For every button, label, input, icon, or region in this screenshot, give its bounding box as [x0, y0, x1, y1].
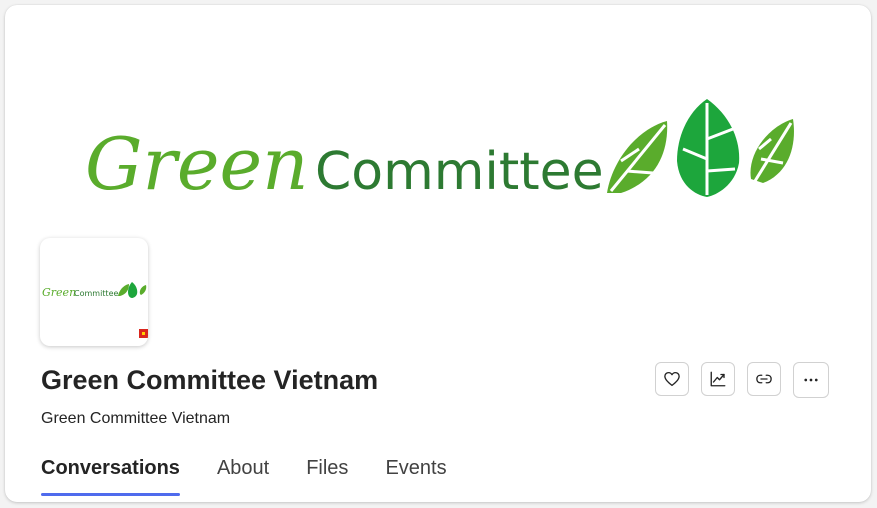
team-actions — [655, 362, 829, 398]
heart-icon — [664, 371, 680, 387]
leaf-icon — [677, 99, 740, 197]
favorite-button[interactable] — [655, 362, 689, 396]
team-banner: Green Committee — [5, 5, 871, 235]
logo-word-green: Green — [85, 122, 309, 203]
tab-label: Files — [306, 457, 349, 479]
logo-word-committee: Committee — [315, 142, 604, 202]
tab-label: About — [216, 457, 270, 479]
team-tabs: Conversations About Files Events — [41, 457, 484, 496]
tab-label: Conversations — [41, 457, 180, 479]
green-committee-banner-logo: Green Committee — [85, 99, 794, 203]
leaf-icon — [607, 121, 668, 193]
team-description: Green Committee Vietnam — [41, 410, 231, 427]
avatar-logo: Green Committee — [42, 282, 147, 299]
copy-link-button[interactable] — [747, 362, 781, 396]
team-name: Green Committee Vietnam — [41, 365, 379, 395]
more-icon — [804, 378, 818, 382]
tab-about[interactable]: About — [217, 457, 269, 496]
avatar-logo-word-committee: Committee — [74, 289, 118, 298]
tab-files[interactable]: Files — [306, 457, 348, 496]
avatar-logo-word-green: Green — [42, 286, 76, 299]
vietnam-flag-icon — [139, 329, 148, 338]
link-icon — [756, 374, 772, 384]
analytics-icon — [710, 371, 726, 387]
team-avatar: Green Committee — [40, 238, 148, 346]
team-header-card: Green Committee Green Committee Green Co… — [5, 5, 871, 502]
tab-events[interactable]: Events — [385, 457, 446, 496]
analytics-button[interactable] — [701, 362, 735, 396]
leaf-icon — [750, 119, 794, 183]
tab-label: Events — [385, 457, 447, 479]
more-options-button[interactable] — [793, 362, 829, 398]
active-tab-indicator — [41, 493, 180, 496]
tab-conversations[interactable]: Conversations — [41, 457, 180, 496]
